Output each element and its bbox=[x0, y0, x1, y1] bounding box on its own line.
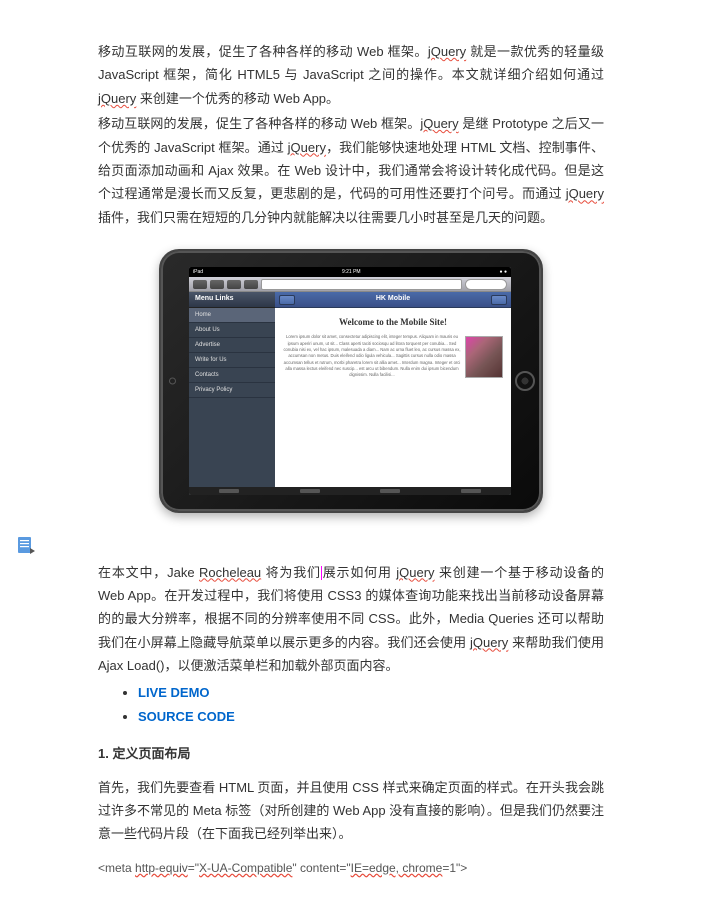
url-bar[interactable] bbox=[261, 279, 462, 290]
main-header: HK Mobile bbox=[275, 292, 511, 308]
action-button[interactable] bbox=[227, 280, 241, 289]
list-item: LIVE DEMO bbox=[138, 681, 604, 704]
tab-bar bbox=[189, 487, 511, 495]
status-bar: iPad 9:21 PM ● ● bbox=[189, 267, 511, 277]
sidebar-item[interactable]: Home bbox=[189, 308, 275, 323]
source-code-link[interactable]: SOURCE CODE bbox=[138, 709, 235, 724]
back-button[interactable] bbox=[193, 280, 207, 289]
sidebar-item[interactable]: About Us bbox=[189, 323, 275, 338]
section-heading-1: 1. 定义页面布局 bbox=[98, 742, 604, 765]
forward-button[interactable] bbox=[210, 280, 224, 289]
status-left: iPad bbox=[193, 268, 203, 277]
page-icon bbox=[16, 536, 38, 556]
sidebar-item[interactable]: Privacy Policy bbox=[189, 383, 275, 398]
browser-toolbar bbox=[189, 277, 511, 292]
sidebar: Menu Links HomeAbout UsAdvertiseWrite fo… bbox=[189, 292, 275, 487]
live-demo-link[interactable]: LIVE DEMO bbox=[138, 685, 210, 700]
intro-paragraph-2: 移动互联网的发展，促生了各种各样的移动 Web 框架。jQuery 是继 Pro… bbox=[98, 112, 604, 229]
status-right: ● ● bbox=[500, 268, 507, 277]
sidebar-item[interactable]: Contacts bbox=[189, 368, 275, 383]
links-list: LIVE DEMO SOURCE CODE bbox=[98, 681, 604, 728]
search-bar[interactable] bbox=[465, 279, 507, 290]
document-toolbar-icon[interactable] bbox=[16, 536, 38, 563]
body-paragraph-3: 在本文中，Jake Rocheleau 将为我们展示如何用 jQuery 来创建… bbox=[98, 561, 604, 678]
list-item: SOURCE CODE bbox=[138, 705, 604, 728]
ipad-mockup: iPad 9:21 PM ● ● Menu Links HomeAbout Us… bbox=[98, 249, 604, 520]
sidebar-header: Menu Links bbox=[189, 292, 275, 308]
code-snippet: <meta http-equiv="X-UA-Compatible" conte… bbox=[98, 858, 604, 880]
intro-paragraph-1: 移动互联网的发展，促生了各种各样的移动 Web 框架。jQuery 就是一款优秀… bbox=[98, 40, 604, 110]
sidebar-item[interactable]: Write for Us bbox=[189, 353, 275, 368]
page-title: Welcome to the Mobile Site! bbox=[283, 314, 503, 330]
main-header-title: HK Mobile bbox=[376, 293, 410, 306]
bookmark-button[interactable] bbox=[244, 280, 258, 289]
status-time: 9:21 PM bbox=[342, 268, 361, 277]
sidebar-item[interactable]: Advertise bbox=[189, 338, 275, 353]
profile-photo bbox=[465, 336, 503, 378]
body-paragraph-4: 首先，我们先要查看 HTML 页面，并且使用 CSS 样式来确定页面的样式。在开… bbox=[98, 776, 604, 846]
